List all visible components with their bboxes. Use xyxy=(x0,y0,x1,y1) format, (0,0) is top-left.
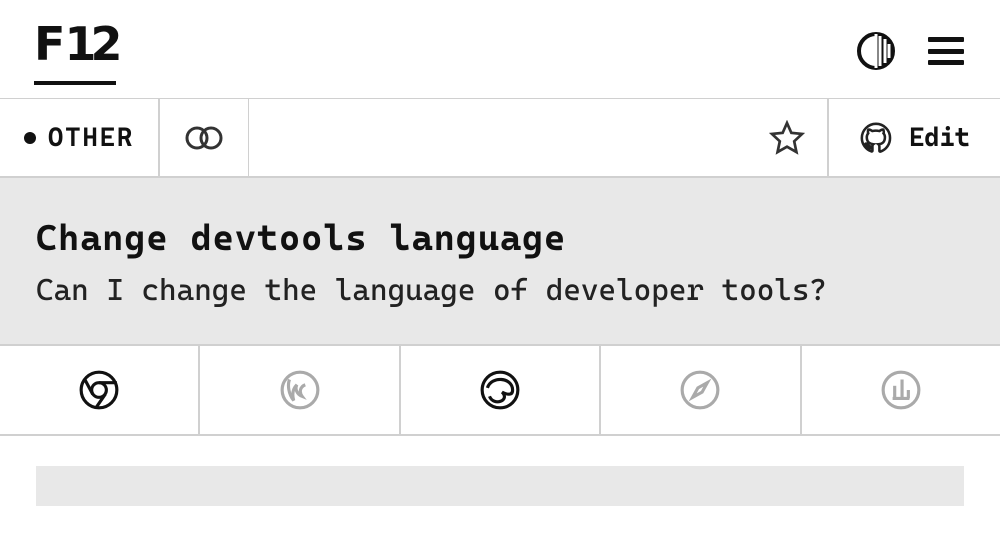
chrome-icon xyxy=(78,369,120,411)
content-placeholder xyxy=(36,466,964,506)
tabbar: OTHER Edit xyxy=(0,98,1000,178)
browser-firefox[interactable] xyxy=(200,346,400,434)
page-title: Change devtools language xyxy=(36,218,964,259)
browser-polypane[interactable] xyxy=(802,346,1000,434)
permalink-button[interactable] xyxy=(160,99,249,176)
category-label: OTHER xyxy=(48,123,134,153)
menu-icon[interactable] xyxy=(926,31,966,71)
browser-support-row xyxy=(0,344,1000,436)
tabbar-spacer xyxy=(249,99,827,176)
polypane-icon xyxy=(880,369,922,411)
github-icon xyxy=(859,121,893,155)
firefox-icon xyxy=(279,369,321,411)
edit-button[interactable]: Edit xyxy=(827,99,1000,176)
category-dot-icon xyxy=(24,132,36,144)
hamburger-icon xyxy=(928,37,964,65)
topbar: F12 xyxy=(0,0,1000,98)
hero-section: Change devtools language Can I change th… xyxy=(0,178,1000,344)
site-logo[interactable]: F12 xyxy=(34,17,116,85)
page-subtitle: Can I change the language of developer t… xyxy=(36,273,964,308)
link-icon xyxy=(184,123,224,153)
content-area xyxy=(0,436,1000,536)
topbar-actions xyxy=(856,31,966,71)
category-tab[interactable]: OTHER xyxy=(0,99,160,176)
safari-icon xyxy=(679,369,721,411)
favorite-button[interactable] xyxy=(767,118,807,158)
logo-text-12: 12 xyxy=(64,17,116,71)
logo-text-f: F xyxy=(34,17,64,71)
theme-toggle-icon[interactable] xyxy=(856,31,896,71)
browser-chrome[interactable] xyxy=(0,346,200,434)
browser-edge[interactable] xyxy=(401,346,601,434)
browser-safari[interactable] xyxy=(601,346,801,434)
edit-label: Edit xyxy=(909,123,970,153)
star-icon xyxy=(769,120,805,156)
edge-icon xyxy=(479,369,521,411)
